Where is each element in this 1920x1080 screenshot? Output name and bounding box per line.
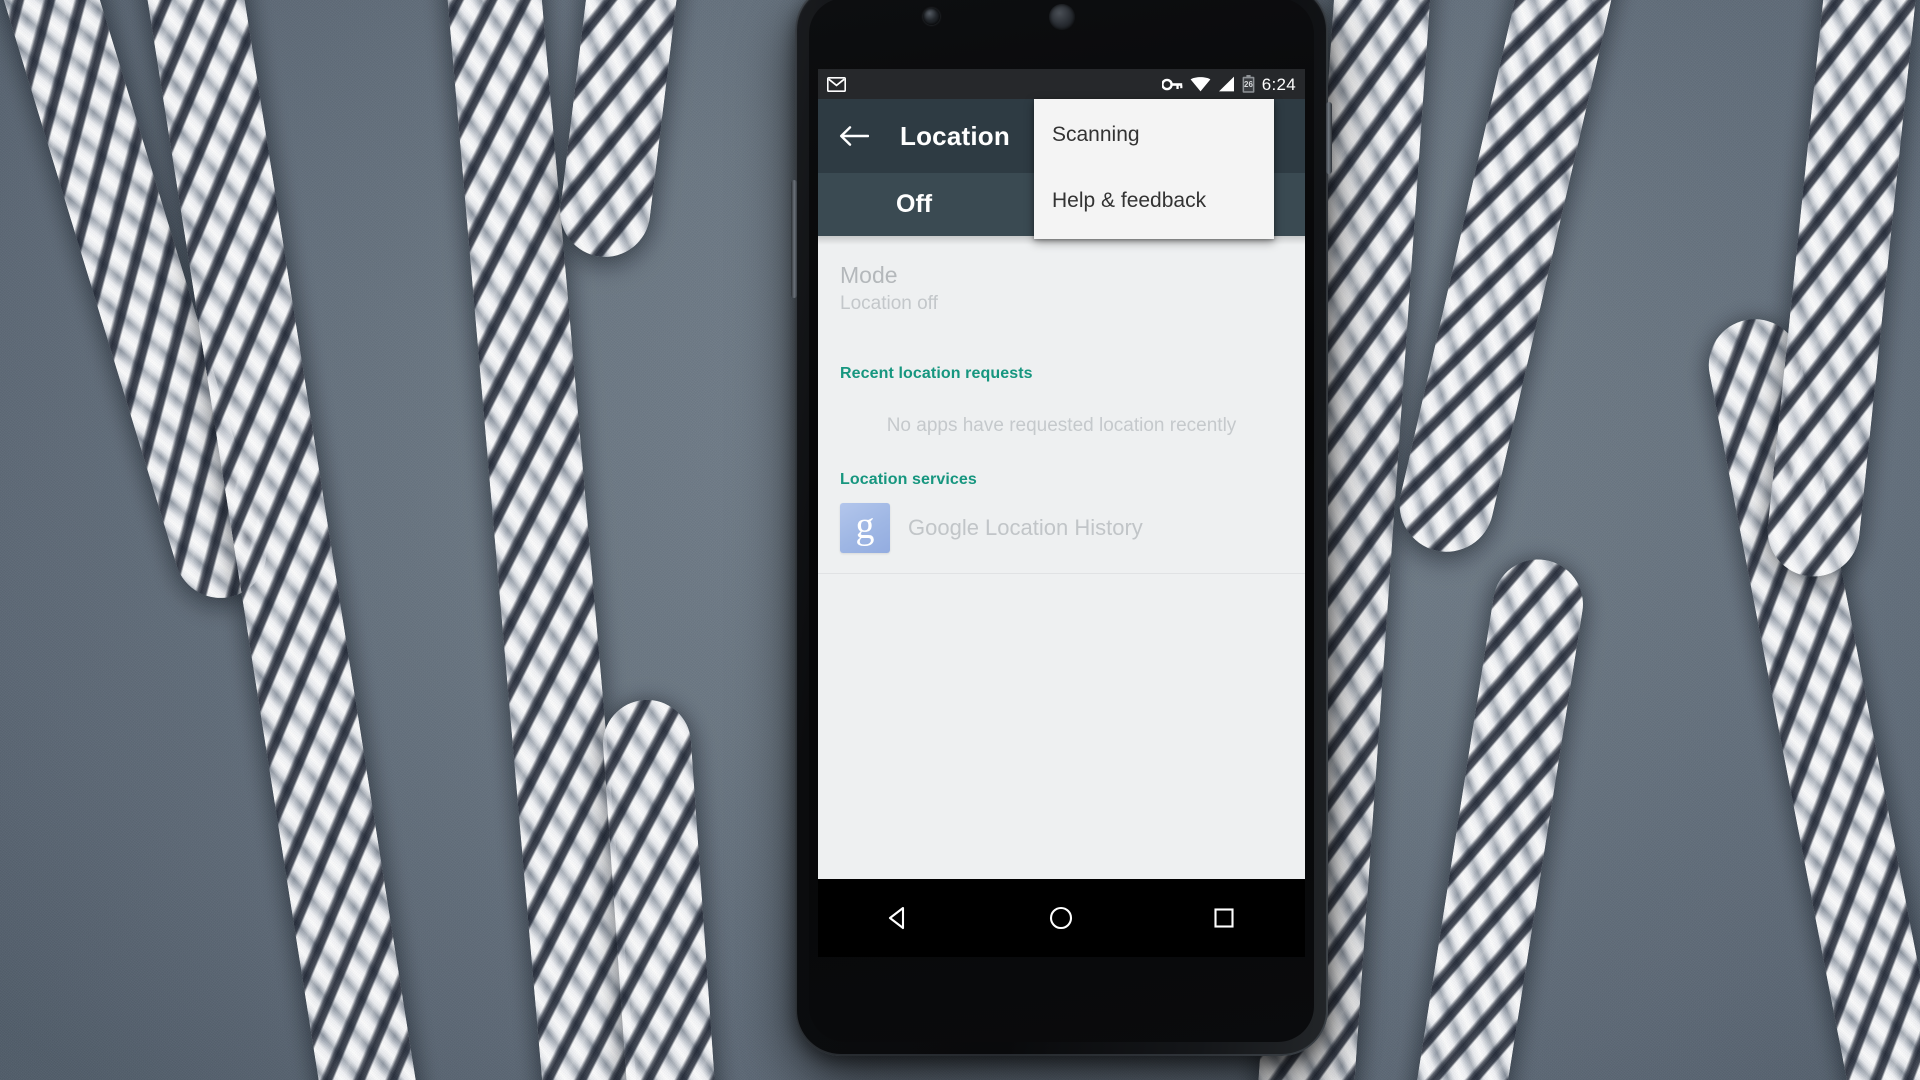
power-button[interactable] bbox=[1326, 102, 1332, 174]
rope-strand bbox=[555, 0, 702, 262]
google-g-icon: g bbox=[840, 503, 890, 554]
back-arrow-icon[interactable] bbox=[836, 118, 872, 154]
mode-row[interactable]: Mode Location off bbox=[818, 236, 1305, 335]
rope-strand bbox=[1397, 552, 1590, 1080]
status-bar: 26 6:24 bbox=[818, 69, 1305, 99]
battery-icon: 26 bbox=[1242, 75, 1255, 93]
page-title: Location bbox=[900, 120, 1010, 151]
google-g-icon-glyph: g bbox=[855, 505, 875, 548]
mode-row-title: Mode bbox=[840, 262, 898, 288]
location-services-header: Location services bbox=[840, 471, 977, 489]
android-navigation-bar bbox=[818, 879, 1305, 957]
earpiece-speaker bbox=[1048, 4, 1075, 30]
wifi-icon bbox=[1190, 77, 1211, 92]
list-item-label: Google Location History bbox=[908, 515, 1143, 541]
gmail-notification-icon bbox=[827, 76, 846, 92]
status-bar-notifications bbox=[827, 76, 846, 92]
status-bar-clock: 6:24 bbox=[1261, 74, 1296, 94]
mode-row-subtitle: Location off bbox=[840, 293, 938, 315]
recent-location-requests-empty-message: No apps have requested location recently bbox=[886, 415, 1237, 437]
front-camera bbox=[923, 8, 940, 25]
phone-screen: 26 6:24 Location Off Mode Location off R… bbox=[818, 69, 1305, 879]
back-nav-button[interactable] bbox=[867, 890, 931, 946]
menu-item-scanning[interactable]: Scanning bbox=[1034, 105, 1274, 169]
cellular-signal-icon bbox=[1218, 76, 1234, 92]
location-master-switch-label: Off bbox=[896, 190, 933, 218]
recent-location-requests-header: Recent location requests bbox=[840, 365, 1033, 383]
vpn-key-icon bbox=[1161, 78, 1183, 90]
overflow-menu: Scanning Help & feedback bbox=[1034, 99, 1274, 239]
status-bar-system-icons: 26 6:24 bbox=[1161, 74, 1296, 94]
rope-strand bbox=[1763, 0, 1920, 581]
volume-button[interactable] bbox=[791, 180, 797, 298]
recents-nav-button[interactable] bbox=[1192, 890, 1256, 946]
home-nav-button[interactable] bbox=[1029, 890, 1093, 946]
settings-content: Mode Location off Recent location reques… bbox=[818, 236, 1305, 879]
rope-strand bbox=[1390, 0, 1653, 562]
battery-level-text: 26 bbox=[1244, 80, 1253, 89]
location-services-section: Location services g Google Location Hist… bbox=[818, 437, 1305, 575]
menu-item-help-and-feedback[interactable]: Help & feedback bbox=[1034, 169, 1274, 233]
divider bbox=[818, 573, 1305, 575]
phone-body: 26 6:24 Location Off Mode Location off R… bbox=[791, 0, 1332, 1056]
photo-scene: 26 6:24 Location Off Mode Location off R… bbox=[0, 0, 1920, 1080]
list-item[interactable]: g Google Location History bbox=[818, 489, 1305, 569]
